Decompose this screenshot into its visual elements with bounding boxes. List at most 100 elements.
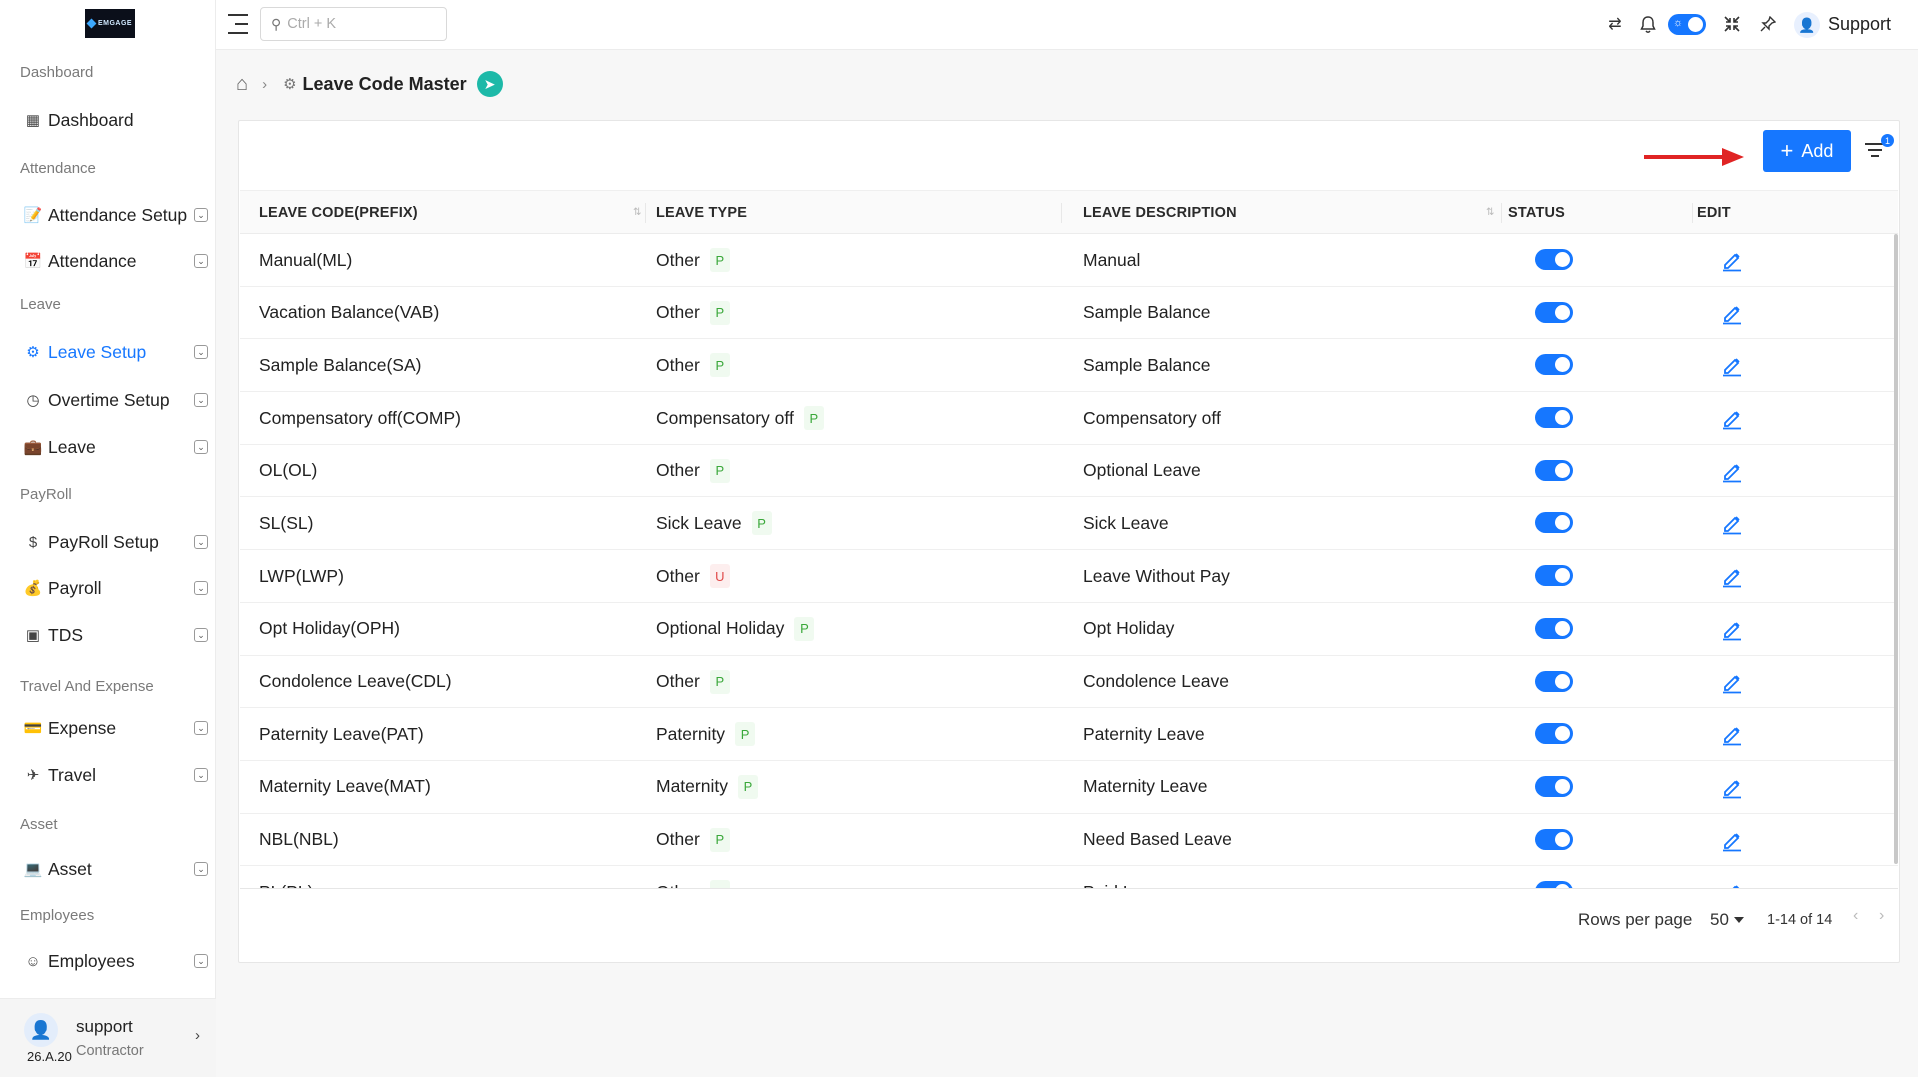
sidebar-item-payroll-setup[interactable]: $ PayRoll Setup ⌄ — [24, 527, 208, 557]
column-header-leave-description[interactable]: LEAVE DESCRIPTION — [1083, 191, 1237, 235]
leave-code-cell: PL(PL) — [259, 866, 313, 888]
status-toggle[interactable] — [1535, 617, 1573, 639]
chevron-down-icon[interactable]: ⌄ — [194, 440, 208, 454]
sidebar-item-tds[interactable]: ▣ TDS ⌄ — [24, 620, 208, 650]
edit-icon[interactable] — [1720, 617, 1744, 641]
sidebar-item-asset[interactable]: 💻 Asset ⌄ — [24, 854, 208, 884]
table-row[interactable]: Opt Holiday(OPH) Optional Holiday P Opt Hol… — [240, 603, 1898, 656]
table-row[interactable]: PL(PL) OtherP Paid Leave — [240, 866, 1898, 888]
sidebar-item-dashboard[interactable]: ▦ Dashboard — [24, 105, 208, 135]
menu-collapse-icon[interactable] — [228, 14, 248, 34]
status-toggle[interactable] — [1535, 828, 1573, 850]
pagination-range: 1-14 of 14 — [1767, 912, 1833, 928]
sort-icon[interactable]: ⇅ — [633, 207, 641, 218]
status-toggle[interactable] — [1535, 301, 1573, 323]
caret-down-icon[interactable] — [1734, 917, 1744, 923]
support-user-menu[interactable]: Support — [1828, 14, 1891, 35]
theme-toggle[interactable]: ☼ — [1668, 14, 1706, 35]
table-row[interactable]: Condolence Leave(CDL) Other P Condolence Le… — [240, 656, 1898, 709]
edit-icon[interactable] — [1720, 353, 1744, 377]
edit-icon[interactable] — [1720, 248, 1744, 272]
edit-icon[interactable] — [1720, 564, 1744, 588]
edit-icon[interactable] — [1720, 880, 1744, 888]
money-icon: $ — [28, 533, 38, 551]
chevron-down-icon[interactable]: ⌄ — [194, 208, 208, 222]
leave-code-cell: Opt Holiday(OPH) — [259, 618, 401, 639]
edit-icon[interactable] — [1720, 722, 1744, 746]
previous-page-icon[interactable]: ‹ — [1853, 907, 1858, 925]
table-row[interactable]: Sample Balance(SA) Other P Sample Balance — [240, 339, 1898, 393]
table-row[interactable]: Vacation Balance(VAB) Other P Sample Balanc… — [240, 287, 1898, 340]
sidebar-item-attendance-setup[interactable]: 📝 Attendance Setup ⌄ — [24, 200, 208, 230]
status-toggle[interactable] — [1535, 459, 1573, 481]
status-toggle[interactable] — [1535, 881, 1573, 888]
edit-icon[interactable] — [1720, 828, 1744, 852]
leave-type-cell: Other P — [656, 234, 730, 286]
sidebar-item-payroll[interactable]: 💰 Payroll ⌄ — [24, 573, 208, 603]
chevron-down-icon[interactable]: ⌄ — [194, 535, 208, 549]
status-toggle[interactable] — [1535, 354, 1573, 376]
sidebar-item-travel[interactable]: ✈ Travel ⌄ — [24, 760, 208, 790]
home-icon[interactable]: ⌂ — [236, 73, 248, 96]
table-row[interactable]: Manual(ML) Other P Manual — [240, 234, 1898, 287]
chevron-down-icon[interactable]: ⌄ — [194, 862, 208, 876]
chevron-down-icon[interactable]: ⌄ — [194, 254, 208, 268]
edit-icon[interactable] — [1720, 775, 1744, 799]
chevron-down-icon[interactable]: ⌄ — [194, 768, 208, 782]
chevron-down-icon[interactable]: ⌄ — [194, 393, 208, 407]
user-profile-card[interactable]: 👤 support 26.A.20 Contractor › — [0, 998, 216, 1077]
sidebar-item-expense[interactable]: 💳 Expense ⌄ — [24, 713, 208, 743]
sidebar-section-label: PayRoll — [20, 486, 72, 503]
sort-icon[interactable]: ⇅ — [1486, 207, 1494, 218]
status-toggle[interactable] — [1535, 249, 1573, 270]
table-row[interactable]: SL(SL) Sick Leave P Sick Leave — [240, 497, 1898, 551]
status-toggle[interactable] — [1535, 407, 1573, 429]
edit-icon[interactable] — [1720, 670, 1744, 694]
compass-icon[interactable]: ➤ — [476, 71, 503, 97]
pin-icon[interactable] — [1757, 13, 1779, 35]
status-toggle[interactable] — [1535, 775, 1573, 797]
travel-icon: ✈ — [26, 767, 40, 784]
rows-per-page-select[interactable]: 50 — [1710, 907, 1729, 933]
table-row[interactable]: Compensatory off(COMP) Compensatory off P C… — [240, 392, 1898, 445]
table-row[interactable]: OL(OL) Other P Optional Leave — [240, 445, 1898, 498]
filter-icon[interactable]: 1 — [1863, 134, 1894, 163]
sidebar-item-leave[interactable]: 💼 Leave ⌄ — [24, 432, 208, 462]
edit-icon[interactable] — [1720, 459, 1744, 483]
sun-icon: ☼ — [1673, 17, 1684, 29]
fullscreen-icon[interactable] — [1721, 13, 1743, 35]
chevron-down-icon[interactable]: ⌄ — [194, 628, 208, 642]
sidebar-item-attendance[interactable]: 📅 Attendance ⌄ — [24, 246, 208, 276]
status-toggle[interactable] — [1535, 723, 1573, 745]
search-input[interactable]: ⚲ Ctrl + K — [260, 7, 447, 41]
status-toggle[interactable] — [1535, 512, 1573, 534]
chevron-down-icon[interactable]: ⌄ — [194, 581, 208, 595]
chevron-down-icon[interactable]: ⌄ — [194, 345, 208, 359]
table-row[interactable]: LWP(LWP) Other U Leave Without Pay — [240, 550, 1898, 603]
table-scrollbar[interactable] — [1894, 234, 1898, 864]
chevron-right-icon[interactable]: › — [195, 1027, 200, 1044]
leave-code-cell: Manual(ML) — [259, 249, 353, 270]
chevron-down-icon[interactable]: ⌄ — [194, 721, 208, 735]
edit-icon[interactable] — [1720, 511, 1744, 535]
grid-icon: ▦ — [25, 112, 41, 129]
table-row[interactable]: NBL(NBL) Other P Need Based Leave — [240, 814, 1898, 867]
sidebar-item-leave-setup[interactable]: ⚙ Leave Setup ⌄ — [24, 337, 208, 367]
sidebar-item-overtime-setup[interactable]: ◷ Overtime Setup ⌄ — [24, 385, 208, 415]
chevron-down-icon[interactable]: ⌄ — [194, 954, 208, 968]
sidebar-item-employees[interactable]: ☺ Employees ⌄ — [24, 946, 208, 976]
column-header-leave-code[interactable]: LEAVE CODE(PREFIX) — [259, 191, 418, 235]
add-button[interactable]: + Add — [1763, 130, 1851, 172]
status-toggle[interactable] — [1535, 670, 1573, 692]
bell-icon[interactable] — [1637, 13, 1659, 35]
bag-icon: 💼 — [23, 439, 43, 456]
status-toggle[interactable] — [1535, 565, 1573, 587]
next-page-icon[interactable]: › — [1879, 907, 1884, 925]
table-row[interactable]: Paternity Leave(PAT) Paternity P Paternity … — [240, 708, 1898, 761]
edit-icon[interactable] — [1720, 406, 1744, 430]
edit-icon[interactable] — [1720, 301, 1744, 325]
support-avatar-icon[interactable]: 👤 — [1794, 12, 1820, 38]
company-logo[interactable]: EMGAGE — [85, 9, 135, 38]
table-row[interactable]: Maternity Leave(MAT) Maternity P Maternity … — [240, 761, 1898, 814]
translate-icon[interactable]: ⇄ — [1604, 13, 1626, 35]
